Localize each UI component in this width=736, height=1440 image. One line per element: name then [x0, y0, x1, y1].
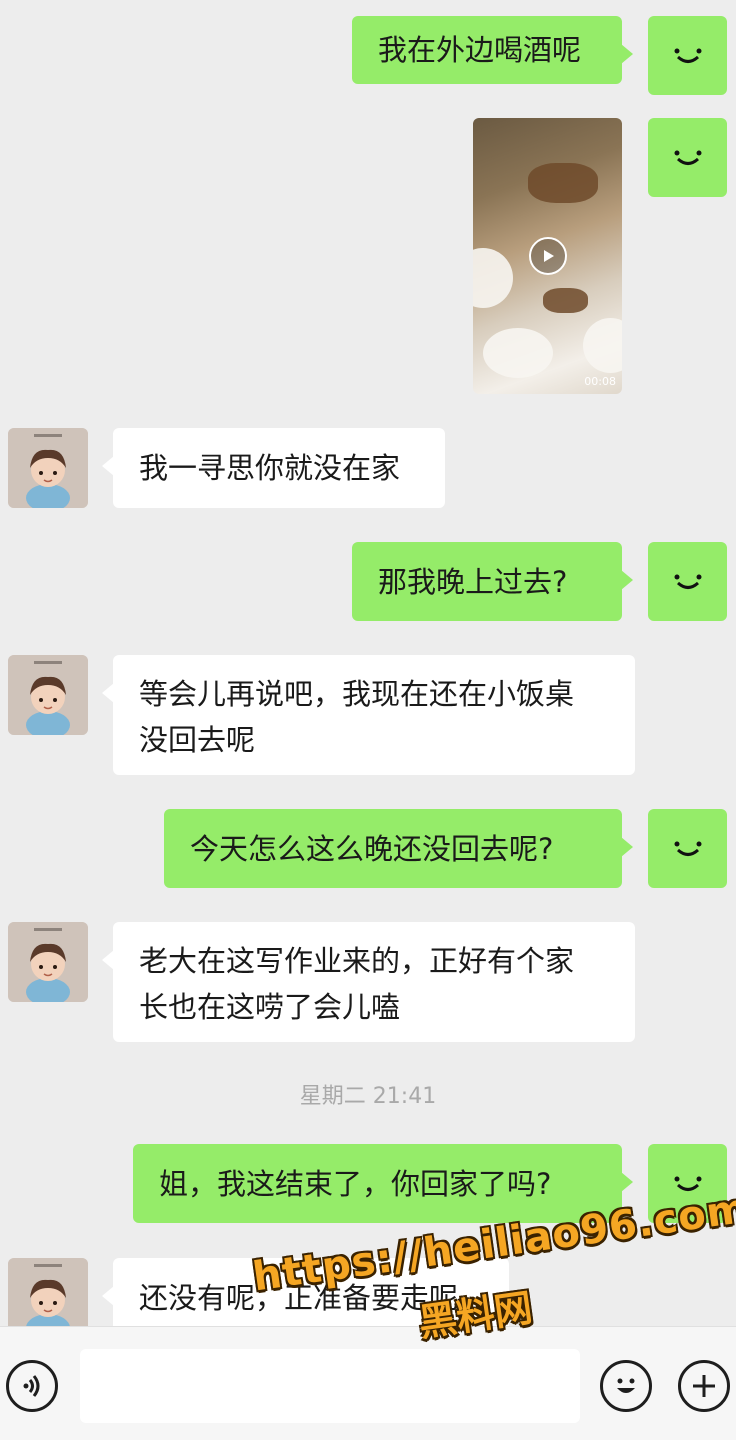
message-timestamp: 星期二 21:41 — [299, 1084, 437, 1109]
self-avatar[interactable] — [648, 16, 727, 95]
video-message[interactable]: 00:08 — [473, 118, 622, 394]
contact-avatar[interactable] — [8, 1258, 88, 1326]
message-text-line: 等会儿再说吧，我现在还在小饭桌 — [139, 677, 575, 711]
message-text-line: 没回去呢 — [139, 723, 256, 757]
chat-area[interactable]: 我在外边喝酒呢 00:08 我一寻思你就没在家 那我晚上过去? 等会儿再说吧，我… — [0, 0, 736, 1326]
message-text: 那我晚上过去? — [378, 565, 568, 599]
plus-icon — [693, 1375, 715, 1397]
voice-button[interactable] — [6, 1360, 58, 1412]
message-bubble-sent[interactable]: 姐，我这结束了，你回家了吗? — [133, 1144, 633, 1223]
girl-avatar-icon — [8, 1258, 88, 1326]
contact-avatar[interactable] — [8, 922, 88, 1002]
message-text: 今天怎么这么晚还没回去呢? — [190, 832, 554, 866]
plus-button[interactable] — [678, 1360, 730, 1412]
emoji-button[interactable] — [600, 1360, 652, 1412]
smile-icon — [674, 1176, 701, 1191]
video-duration: 00:08 — [584, 375, 616, 388]
self-avatar[interactable] — [648, 809, 727, 888]
voice-icon — [23, 1375, 40, 1397]
girl-avatar-icon — [8, 922, 88, 1002]
contact-avatar[interactable] — [8, 428, 88, 508]
message-bubble-sent[interactable]: 今天怎么这么晚还没回去呢? — [164, 809, 633, 888]
message-bubble-sent[interactable]: 我在外边喝酒呢 — [352, 16, 633, 84]
input-bar — [0, 1326, 736, 1440]
self-avatar[interactable] — [648, 118, 727, 197]
smile-icon — [674, 48, 701, 63]
message-bubble-received[interactable]: 老大在这写作业来的，正好有个家 长也在这唠了会儿嗑 — [102, 922, 635, 1042]
smile-icon — [674, 574, 701, 589]
message-text: 姐，我这结束了，你回家了吗? — [159, 1167, 552, 1201]
message-bubble-received[interactable]: 还没有呢，正准备要走呢 — [102, 1258, 509, 1326]
contact-avatar[interactable] — [8, 655, 88, 735]
play-icon[interactable] — [528, 237, 567, 275]
smile-icon — [674, 150, 701, 165]
emoji-icon — [617, 1378, 635, 1393]
message-bubble-received[interactable]: 等会儿再说吧，我现在还在小饭桌 没回去呢 — [102, 655, 635, 775]
message-text: 我在外边喝酒呢 — [378, 33, 582, 67]
message-text-line: 长也在这唠了会儿嗑 — [139, 990, 401, 1024]
message-input[interactable] — [80, 1349, 580, 1423]
message-bubble-received[interactable]: 我一寻思你就没在家 — [102, 428, 445, 508]
girl-avatar-icon — [8, 428, 88, 508]
message-text-line: 老大在这写作业来的，正好有个家 — [139, 944, 575, 978]
message-text: 还没有呢，正准备要走呢 — [139, 1281, 459, 1315]
self-avatar[interactable] — [648, 542, 727, 621]
self-avatar[interactable] — [648, 1144, 727, 1223]
message-text: 我一寻思你就没在家 — [139, 451, 401, 485]
message-bubble-sent[interactable]: 那我晚上过去? — [352, 542, 633, 621]
girl-avatar-icon — [8, 655, 88, 735]
smile-icon — [674, 841, 701, 856]
